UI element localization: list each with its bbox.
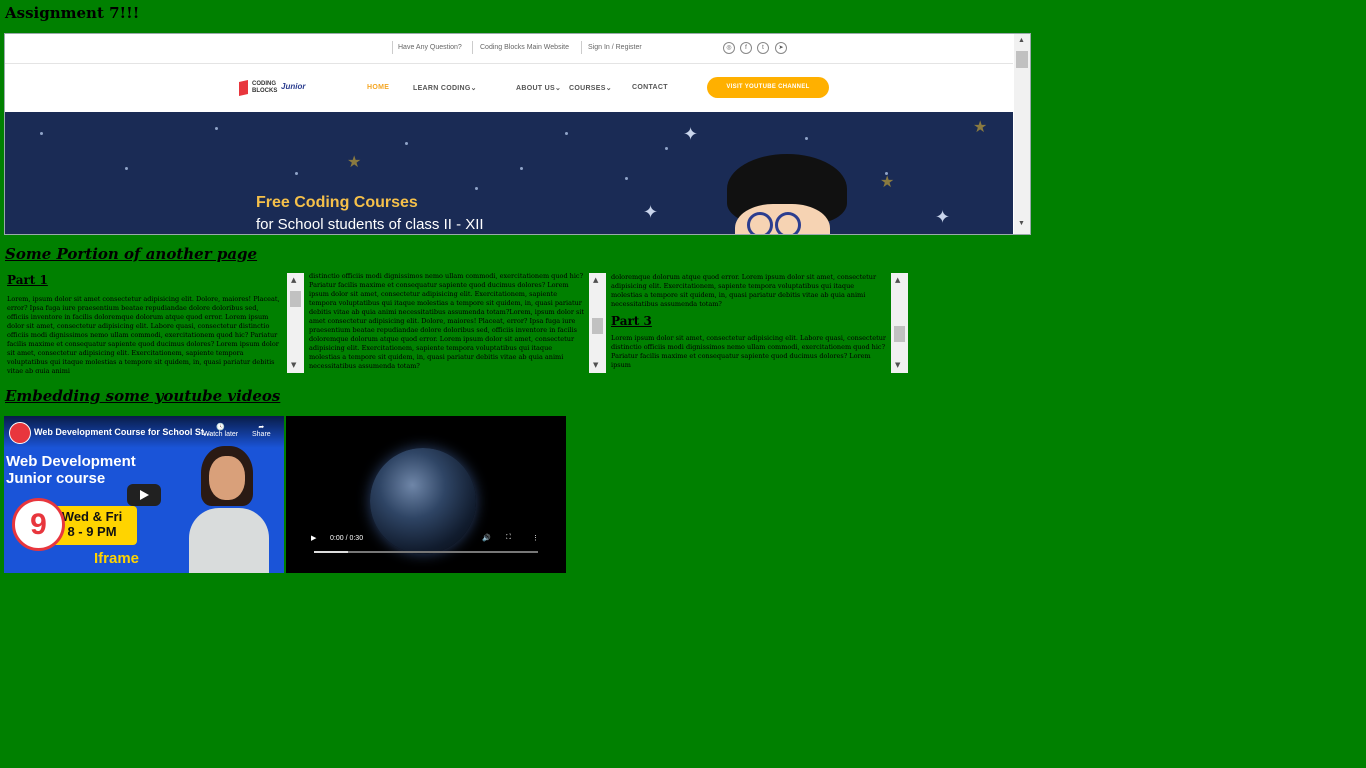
embed-topbar: Have Any Question? Coding Blocks Main We…	[5, 34, 1013, 64]
scroll-up-icon[interactable]: ▲	[291, 276, 296, 284]
video-progress-fill	[314, 551, 348, 553]
logo-mark-icon	[239, 80, 248, 96]
clock-icon: 🕓	[216, 424, 225, 431]
page-title: Assignment 7!!!	[5, 4, 140, 22]
nav-contact[interactable]: CONTACT	[632, 84, 668, 91]
volume-icon[interactable]: 🔊	[482, 534, 491, 542]
part-text: distinctio officiis modi dignissimos nem…	[309, 273, 585, 370]
scroll-up-icon[interactable]: ▲	[1018, 37, 1025, 44]
section-heading-portion: Some Portion of another page	[5, 245, 258, 263]
frame-scrollbar[interactable]: ▲ ▼	[589, 273, 606, 373]
scroll-down-icon[interactable]: ▼	[1018, 220, 1025, 227]
part-text: Lorem, ipsum dolor sit amet consectetur …	[7, 295, 280, 373]
part-heading: Part 1	[7, 273, 48, 287]
nav-about-us[interactable]: ABOUT US⌄	[516, 84, 561, 92]
telegram-icon[interactable]: ➤	[775, 42, 787, 54]
logo-line1: CODING	[252, 81, 276, 87]
embed-navbar: CODING BLOCKS Junior HOME LEARN CODING⌄ A…	[5, 64, 1013, 112]
hero-headline: Free Coding Courses	[256, 194, 418, 211]
visit-youtube-button[interactable]: VISIT YOUTUBE CHANNEL	[707, 77, 829, 98]
sparkle-icon: ✦	[683, 124, 699, 144]
twitter-icon[interactable]: t	[757, 42, 769, 54]
instagram-icon[interactable]: ◎	[723, 42, 735, 54]
more-options-icon[interactable]: ⋮	[532, 534, 539, 542]
scroll-thumb[interactable]	[592, 318, 603, 334]
scroll-down-icon[interactable]: ▼	[895, 361, 900, 369]
presenter-image	[189, 446, 269, 573]
scroll-up-icon[interactable]: ▲	[593, 276, 598, 284]
logo-suffix: Junior	[281, 82, 306, 91]
iframe-scrollbar[interactable]: ▲ ▼	[1014, 34, 1030, 234]
share-button[interactable]: ➦ Share	[252, 423, 271, 438]
signin-register-link[interactable]: Sign In / Register	[588, 44, 642, 51]
scroll-down-icon[interactable]: ▼	[593, 361, 598, 369]
earth-image	[370, 448, 476, 554]
coding-blocks-logo[interactable]: CODING BLOCKS Junior	[239, 79, 321, 99]
logo-line2: BLOCKS	[252, 88, 278, 94]
star-icon: ★	[880, 174, 895, 191]
frame-scrollbar[interactable]: ▲ ▼	[287, 273, 304, 373]
play-button[interactable]	[127, 484, 161, 506]
channel-avatar[interactable]	[9, 422, 31, 444]
part-text: doloremque dolorum atque quod error. Lor…	[611, 273, 877, 308]
nav-home[interactable]: HOME	[367, 84, 389, 91]
scroll-thumb[interactable]	[1016, 51, 1028, 68]
scroll-down-icon[interactable]: ▼	[291, 361, 296, 369]
scroll-up-icon[interactable]: ▲	[895, 276, 900, 284]
scroll-thumb[interactable]	[290, 291, 301, 307]
divider	[392, 41, 393, 54]
share-icon: ➦	[258, 424, 265, 431]
hero-subheadline: for School students of class II - XII	[256, 216, 484, 233]
part-heading: Part 3	[611, 314, 652, 328]
frame-scrollbar[interactable]: ▲ ▼	[891, 273, 908, 373]
portion-iframe-3[interactable]: doloremque dolorum atque quod error. Lor…	[608, 273, 908, 373]
play-icon[interactable]: ▶	[311, 534, 316, 542]
thumb-line2: Junior course	[6, 470, 106, 487]
sparkle-icon: ✦	[935, 207, 951, 227]
thumb-line1: Web Development	[6, 453, 136, 470]
section-heading-videos: Embedding some youtube videos	[5, 387, 281, 405]
fullscreen-icon[interactable]: ⛶	[506, 534, 511, 542]
iframe-label: Iframe	[94, 550, 140, 567]
hero-banner: ★ ★ ★ ✦ ✦ ✦ Free Coding Courses for Scho…	[5, 112, 1013, 234]
earth-video-player[interactable]: ▶ 0:00 / 0:30 🔊 ⛶ ⋮	[286, 416, 566, 573]
have-question-link[interactable]: Have Any Question?	[398, 44, 462, 51]
main-website-link[interactable]: Coding Blocks Main Website	[480, 44, 569, 51]
divider	[581, 41, 582, 54]
scroll-thumb[interactable]	[894, 326, 905, 342]
portion-iframe-2[interactable]: distinctio officiis modi dignissimos nem…	[306, 273, 606, 373]
portion-iframe-1[interactable]: Part 1 Lorem, ipsum dolor sit amet conse…	[4, 273, 304, 373]
number-badge: 9	[12, 498, 65, 551]
star-icon: ★	[973, 119, 988, 136]
watch-later-button[interactable]: 🕓 Watch later	[203, 423, 238, 438]
facebook-icon[interactable]: f	[740, 42, 752, 54]
video-time: 0:00 / 0:30	[330, 535, 364, 542]
sparkle-icon: ✦	[643, 202, 659, 222]
star-icon: ★	[347, 154, 362, 171]
part-text: Lorem ipsum dolor sit amet, consectetur …	[611, 334, 886, 369]
website-iframe[interactable]: Have Any Question? Coding Blocks Main We…	[4, 33, 1031, 235]
divider	[472, 41, 473, 54]
nav-learn-coding[interactable]: LEARN CODING⌄	[413, 84, 477, 92]
video-title[interactable]: Web Development Course for School St...	[34, 427, 211, 437]
nav-courses[interactable]: COURSES⌄	[569, 84, 612, 92]
youtube-embed[interactable]: Web Development Course for School St... …	[4, 416, 284, 573]
